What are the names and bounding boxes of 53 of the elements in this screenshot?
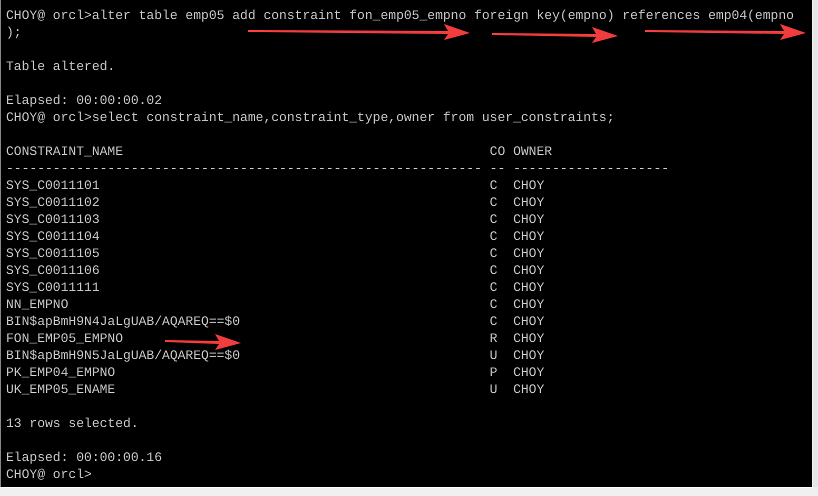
table-cell: CHOY: [513, 246, 544, 261]
table-cell: CHOY: [513, 263, 544, 278]
column-header: CO: [490, 144, 506, 159]
console-line: );: [6, 24, 22, 41]
table-cell: BIN$apBmH9N5JaLgUAB/AQAREQ==$0: [6, 348, 240, 363]
table-cell: C: [490, 178, 498, 193]
table-cell: SYS_C0011102: [6, 195, 100, 210]
console-line: CHOY@ orcl>alter table emp05 add constraint fon_emp05_empno foreign key(empno) references emp04(empno: [6, 7, 794, 24]
table-cell: C: [490, 246, 498, 261]
table-cell: C: [490, 229, 498, 244]
table-cell: CHOY: [513, 382, 544, 397]
console-line: CHOY@ orcl>select constraint_name,constraint_type,owner from user_constraints;: [6, 109, 614, 126]
table-cell: CHOY: [513, 229, 544, 244]
table-cell: U: [490, 348, 498, 363]
table-cell: CHOY: [513, 331, 544, 346]
table-cell: NN_EMPNO: [6, 297, 68, 312]
table-cell: C: [490, 297, 498, 312]
table-cell: SYS_C0011105: [6, 246, 100, 261]
table-cell: CHOY: [513, 280, 544, 295]
table-cell: FON_EMP05_EMPNO: [6, 331, 124, 346]
console-line: 13 rows selected.: [6, 415, 139, 432]
header-rule: -------------------------------------------------------------: [6, 161, 482, 176]
table-cell: C: [490, 280, 498, 295]
table-cell: P: [490, 365, 498, 380]
header-rule: --: [490, 161, 506, 176]
table-cell: UK_EMP05_ENAME: [6, 382, 116, 397]
table-cell: CHOY: [513, 178, 544, 193]
console-line: CHOY@ orcl>: [6, 466, 92, 483]
table-cell: C: [490, 212, 498, 227]
table-cell: CHOY: [513, 212, 544, 227]
table-cell: CHOY: [513, 365, 544, 380]
column-header: OWNER: [513, 144, 552, 159]
table-cell: SYS_C0011106: [6, 263, 100, 278]
table-cell: SYS_C0011101: [6, 178, 100, 193]
console-line: Table altered.: [6, 58, 116, 75]
console-line: Elapsed: 00:00:00.16: [6, 449, 162, 466]
table-cell: PK_EMP04_EMPNO: [6, 365, 116, 380]
table-cell: C: [490, 314, 498, 329]
table-cell: SYS_C0011104: [6, 229, 100, 244]
table-cell: C: [490, 195, 498, 210]
table-cell: CHOY: [513, 314, 544, 329]
table-cell: R: [490, 331, 498, 346]
table-cell: C: [490, 263, 498, 278]
table-cell: BIN$apBmH9N4JaLgUAB/AQAREQ==$0: [6, 314, 240, 329]
table-cell: SYS_C0011103: [6, 212, 100, 227]
table-cell: CHOY: [513, 195, 544, 210]
header-rule: --------------------: [513, 161, 670, 176]
table-cell: SYS_C0011111: [6, 280, 100, 295]
console-line: Elapsed: 00:00:00.02: [6, 92, 162, 109]
table-cell: CHOY: [513, 348, 544, 363]
table-cell: CHOY: [513, 297, 544, 312]
table-cell: U: [490, 382, 498, 397]
column-header: CONSTRAINT_NAME: [6, 144, 124, 159]
